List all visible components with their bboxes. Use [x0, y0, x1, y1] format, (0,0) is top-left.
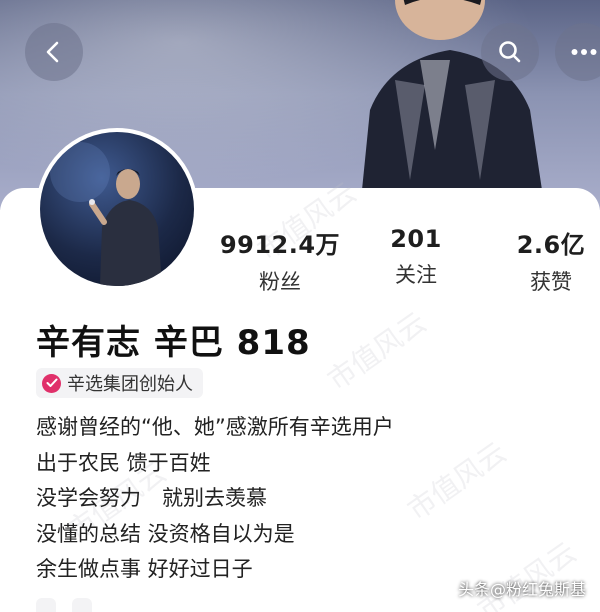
bio-line: 感谢曾经的“他、她”感激所有辛选用户 — [36, 415, 394, 439]
fans-label: 粉丝 — [259, 270, 301, 294]
likes-label: 获赞 — [530, 270, 572, 294]
search-button[interactable] — [481, 23, 539, 81]
likes-count: 2.6亿 — [516, 231, 586, 259]
stat-following[interactable]: 201 关注 — [351, 225, 481, 289]
back-button[interactable] — [25, 23, 83, 81]
fans-count: 9912.4万 — [219, 231, 341, 259]
stat-likes[interactable]: 2.6亿 获赞 — [486, 225, 600, 296]
bio: 感谢曾经的“他、她”感激所有辛选用户 出于农民 馈于百姓 没学会努力 就别去羡慕… — [36, 410, 394, 588]
profile-name: 辛有志 辛巴 818 — [36, 323, 311, 363]
avatar-performer — [50, 142, 162, 286]
bio-line: 出于农民 馈于百姓 — [36, 450, 211, 475]
chevron-left-icon — [46, 41, 59, 63]
following-label: 关注 — [395, 263, 437, 287]
bio-line: 没学会努力 就别去羡慕 — [36, 486, 267, 510]
following-count: 201 — [390, 225, 442, 253]
more-horizontal-icon — [571, 49, 597, 55]
avatar-image — [40, 132, 194, 286]
tag-chip[interactable] — [36, 598, 56, 612]
verified-title: 辛选集团创始人 — [67, 374, 193, 395]
bio-line: 没懂的总结 没资格自以为是 — [36, 521, 295, 546]
avatar[interactable] — [36, 128, 198, 290]
verified-badge[interactable]: 辛选集团创始人 — [36, 368, 203, 398]
bio-line: 余生做点事 好好过日子 — [36, 557, 253, 581]
profile-tags — [36, 598, 92, 612]
tag-chip[interactable] — [72, 598, 92, 612]
verified-check-icon — [42, 373, 61, 393]
source-credit: 头条@粉红兔斯基 — [457, 580, 586, 599]
stat-fans[interactable]: 9912.4万 粉丝 — [215, 225, 345, 296]
search-icon — [499, 41, 521, 63]
